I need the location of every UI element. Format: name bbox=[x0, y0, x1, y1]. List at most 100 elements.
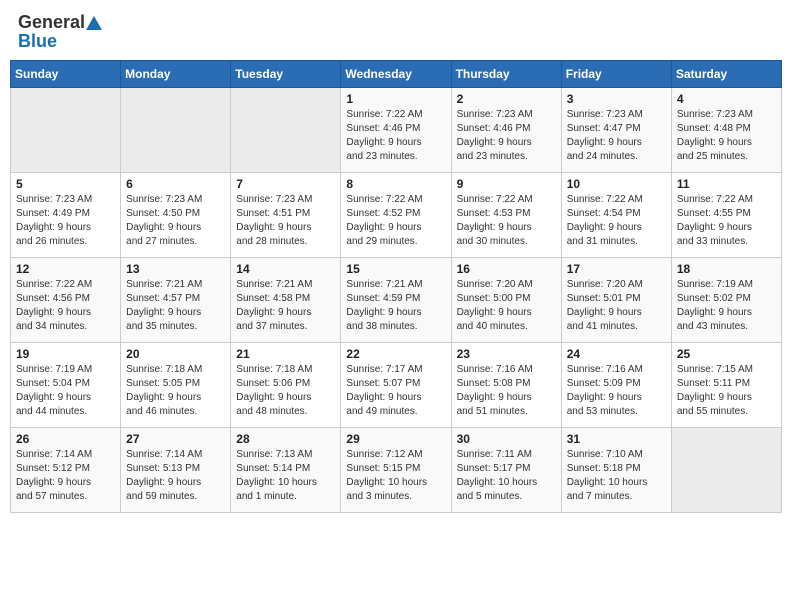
day-cell: 30Sunrise: 7:11 AM Sunset: 5:17 PM Dayli… bbox=[451, 428, 561, 513]
day-info: Sunrise: 7:13 AM Sunset: 5:14 PM Dayligh… bbox=[236, 448, 335, 504]
day-number: 11 bbox=[677, 177, 776, 191]
week-row-1: 1 Sunrise: 7:22 AM Sunset: 4:46 PM Daylig… bbox=[11, 88, 782, 173]
day-cell: 4 Sunrise: 7:23 AM Sunset: 4:48 PM Daylig… bbox=[671, 88, 781, 173]
day-info: Sunrise: 7:22 AM Sunset: 4:52 PM Dayligh… bbox=[346, 193, 445, 249]
day-info: Sunrise: 7:18 AM Sunset: 5:06 PM Dayligh… bbox=[236, 363, 335, 419]
weekday-header-row: SundayMondayTuesdayWednesdayThursdayFrid… bbox=[11, 61, 782, 88]
header: General Blue bbox=[0, 0, 792, 60]
day-number: 4 bbox=[677, 92, 776, 106]
weekday-header-thursday: Thursday bbox=[451, 61, 561, 88]
day-cell: 31 Sunrise: 7:10 AM Sunset: 5:18 PM Dayli… bbox=[561, 428, 671, 513]
day-number: 6 bbox=[126, 177, 225, 191]
weekday-header-tuesday: Tuesday bbox=[231, 61, 341, 88]
weekday-header-sunday: Sunday bbox=[11, 61, 121, 88]
day-cell: 29 Sunrise: 7:12 AM Sunset: 5:15 PM Dayli… bbox=[341, 428, 451, 513]
day-info: Sunrise: 7:21 AM Sunset: 4:57 PM Dayligh… bbox=[126, 278, 225, 334]
day-number: 27 bbox=[126, 432, 225, 446]
day-cell bbox=[231, 88, 341, 173]
day-info: Sunrise: 7:16 AM Sunset: 5:08 PM Dayligh… bbox=[457, 363, 556, 419]
day-cell: 1 Sunrise: 7:22 AM Sunset: 4:46 PM Daylig… bbox=[341, 88, 451, 173]
day-number: 5 bbox=[16, 177, 115, 191]
week-row-2: 5 Sunrise: 7:23 AM Sunset: 4:49 PM Daylig… bbox=[11, 173, 782, 258]
day-cell bbox=[121, 88, 231, 173]
day-info: Sunrise: 7:23 AM Sunset: 4:49 PM Dayligh… bbox=[16, 193, 115, 249]
day-info: Sunrise: 7:23 AM Sunset: 4:46 PM Dayligh… bbox=[457, 108, 556, 164]
day-cell: 12Sunrise: 7:22 AM Sunset: 4:56 PM Dayli… bbox=[11, 258, 121, 343]
logo-general-text: General bbox=[18, 12, 85, 33]
day-info: Sunrise: 7:22 AM Sunset: 4:46 PM Dayligh… bbox=[346, 108, 445, 164]
day-info: Sunrise: 7:18 AM Sunset: 5:05 PM Dayligh… bbox=[126, 363, 225, 419]
day-info: Sunrise: 7:23 AM Sunset: 4:47 PM Dayligh… bbox=[567, 108, 666, 164]
day-number: 26 bbox=[16, 432, 115, 446]
day-cell: 13 Sunrise: 7:21 AM Sunset: 4:57 PM Dayli… bbox=[121, 258, 231, 343]
logo-blue-text: Blue bbox=[18, 31, 57, 52]
week-row-5: 26 Sunrise: 7:14 AM Sunset: 5:12 PM Dayli… bbox=[11, 428, 782, 513]
day-number: 23 bbox=[457, 347, 556, 361]
day-info: Sunrise: 7:20 AM Sunset: 5:01 PM Dayligh… bbox=[567, 278, 666, 334]
week-row-4: 19Sunrise: 7:19 AM Sunset: 5:04 PM Dayli… bbox=[11, 343, 782, 428]
day-cell: 20 Sunrise: 7:18 AM Sunset: 5:05 PM Dayli… bbox=[121, 343, 231, 428]
day-number: 7 bbox=[236, 177, 335, 191]
day-number: 25 bbox=[677, 347, 776, 361]
day-cell: 23 Sunrise: 7:16 AM Sunset: 5:08 PM Dayli… bbox=[451, 343, 561, 428]
day-number: 21 bbox=[236, 347, 335, 361]
day-number: 29 bbox=[346, 432, 445, 446]
day-number: 19 bbox=[16, 347, 115, 361]
day-cell: 19Sunrise: 7:19 AM Sunset: 5:04 PM Dayli… bbox=[11, 343, 121, 428]
day-number: 1 bbox=[346, 92, 445, 106]
day-cell: 22Sunrise: 7:17 AM Sunset: 5:07 PM Dayli… bbox=[341, 343, 451, 428]
day-info: Sunrise: 7:23 AM Sunset: 4:51 PM Dayligh… bbox=[236, 193, 335, 249]
day-cell: 7 Sunrise: 7:23 AM Sunset: 4:51 PM Daylig… bbox=[231, 173, 341, 258]
day-cell: 26 Sunrise: 7:14 AM Sunset: 5:12 PM Dayli… bbox=[11, 428, 121, 513]
calendar-wrapper: SundayMondayTuesdayWednesdayThursdayFrid… bbox=[0, 60, 792, 523]
day-number: 24 bbox=[567, 347, 666, 361]
day-info: Sunrise: 7:15 AM Sunset: 5:11 PM Dayligh… bbox=[677, 363, 776, 419]
day-cell bbox=[671, 428, 781, 513]
day-number: 14 bbox=[236, 262, 335, 276]
day-info: Sunrise: 7:19 AM Sunset: 5:02 PM Dayligh… bbox=[677, 278, 776, 334]
day-info: Sunrise: 7:21 AM Sunset: 4:59 PM Dayligh… bbox=[346, 278, 445, 334]
day-cell: 18 Sunrise: 7:19 AM Sunset: 5:02 PM Dayli… bbox=[671, 258, 781, 343]
day-cell: 3Sunrise: 7:23 AM Sunset: 4:47 PM Daylig… bbox=[561, 88, 671, 173]
day-cell: 5 Sunrise: 7:23 AM Sunset: 4:49 PM Daylig… bbox=[11, 173, 121, 258]
day-number: 10 bbox=[567, 177, 666, 191]
logo: General Blue bbox=[18, 12, 102, 52]
day-cell: 21 Sunrise: 7:18 AM Sunset: 5:06 PM Dayli… bbox=[231, 343, 341, 428]
day-cell: 27 Sunrise: 7:14 AM Sunset: 5:13 PM Dayli… bbox=[121, 428, 231, 513]
day-number: 30 bbox=[457, 432, 556, 446]
logo-bird-icon bbox=[86, 16, 102, 30]
calendar-table: SundayMondayTuesdayWednesdayThursdayFrid… bbox=[10, 60, 782, 513]
day-number: 20 bbox=[126, 347, 225, 361]
day-cell: 24 Sunrise: 7:16 AM Sunset: 5:09 PM Dayli… bbox=[561, 343, 671, 428]
day-number: 31 bbox=[567, 432, 666, 446]
day-info: Sunrise: 7:17 AM Sunset: 5:07 PM Dayligh… bbox=[346, 363, 445, 419]
day-cell: 11 Sunrise: 7:22 AM Sunset: 4:55 PM Dayli… bbox=[671, 173, 781, 258]
day-info: Sunrise: 7:22 AM Sunset: 4:53 PM Dayligh… bbox=[457, 193, 556, 249]
day-cell: 9 Sunrise: 7:22 AM Sunset: 4:53 PM Daylig… bbox=[451, 173, 561, 258]
weekday-header-friday: Friday bbox=[561, 61, 671, 88]
day-info: Sunrise: 7:23 AM Sunset: 4:48 PM Dayligh… bbox=[677, 108, 776, 164]
day-number: 13 bbox=[126, 262, 225, 276]
day-cell bbox=[11, 88, 121, 173]
weekday-header-saturday: Saturday bbox=[671, 61, 781, 88]
day-info: Sunrise: 7:14 AM Sunset: 5:13 PM Dayligh… bbox=[126, 448, 225, 504]
day-number: 18 bbox=[677, 262, 776, 276]
day-number: 28 bbox=[236, 432, 335, 446]
day-number: 12 bbox=[16, 262, 115, 276]
day-cell: 25 Sunrise: 7:15 AM Sunset: 5:11 PM Dayli… bbox=[671, 343, 781, 428]
day-info: Sunrise: 7:22 AM Sunset: 4:54 PM Dayligh… bbox=[567, 193, 666, 249]
day-info: Sunrise: 7:23 AM Sunset: 4:50 PM Dayligh… bbox=[126, 193, 225, 249]
day-info: Sunrise: 7:10 AM Sunset: 5:18 PM Dayligh… bbox=[567, 448, 666, 504]
day-number: 9 bbox=[457, 177, 556, 191]
day-number: 15 bbox=[346, 262, 445, 276]
day-info: Sunrise: 7:12 AM Sunset: 5:15 PM Dayligh… bbox=[346, 448, 445, 504]
day-info: Sunrise: 7:22 AM Sunset: 4:55 PM Dayligh… bbox=[677, 193, 776, 249]
day-number: 17 bbox=[567, 262, 666, 276]
week-row-3: 12Sunrise: 7:22 AM Sunset: 4:56 PM Dayli… bbox=[11, 258, 782, 343]
weekday-header-monday: Monday bbox=[121, 61, 231, 88]
day-info: Sunrise: 7:16 AM Sunset: 5:09 PM Dayligh… bbox=[567, 363, 666, 419]
page: General Blue SundayMondayTuesdayWednesda… bbox=[0, 0, 792, 612]
day-cell: 2Sunrise: 7:23 AM Sunset: 4:46 PM Daylig… bbox=[451, 88, 561, 173]
day-info: Sunrise: 7:21 AM Sunset: 4:58 PM Dayligh… bbox=[236, 278, 335, 334]
day-info: Sunrise: 7:14 AM Sunset: 5:12 PM Dayligh… bbox=[16, 448, 115, 504]
